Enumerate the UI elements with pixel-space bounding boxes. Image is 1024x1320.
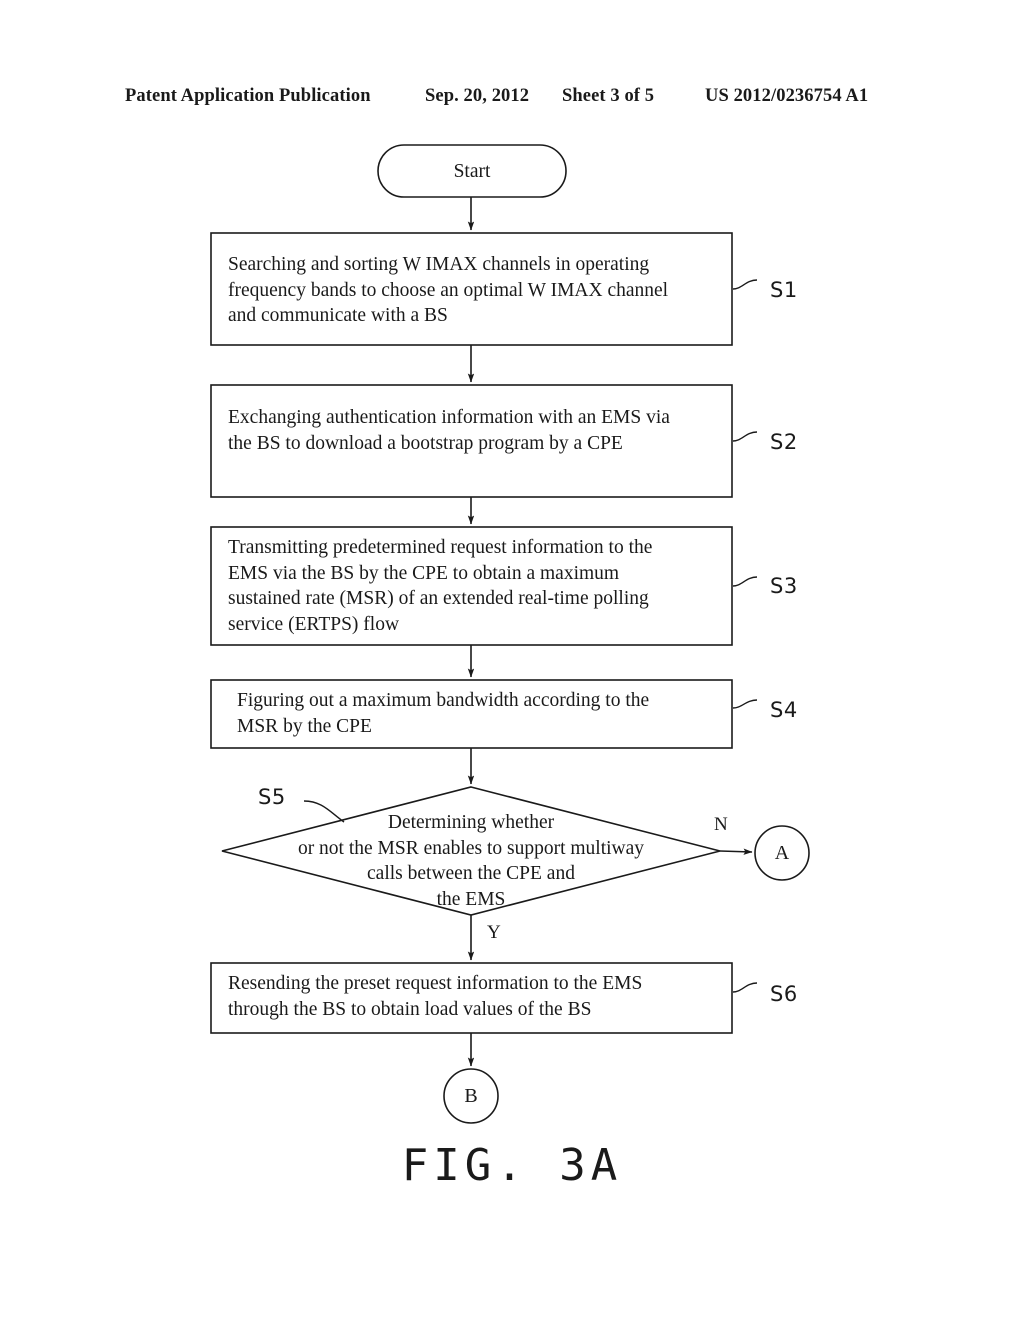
- step-s2-text: Exchanging authentication information wi…: [228, 407, 670, 454]
- step-s3-text: Transmitting predetermined request infor…: [228, 537, 653, 635]
- leader-line-s6: [732, 982, 758, 993]
- decision-s5-text: Determining whether or not the MSR enabl…: [297, 812, 645, 910]
- leader-line-s3: [732, 576, 758, 587]
- step-tag-s5: S5: [258, 785, 286, 809]
- leader-line-s4: [732, 699, 758, 709]
- step-tag-s3: S3: [770, 574, 798, 598]
- connector-s5-to-a: [719, 848, 753, 855]
- step-s1-text: Searching and sorting W IMAX channels in…: [228, 254, 669, 326]
- leader-line-s1: [732, 279, 758, 290]
- figure-caption: FIG. 3A: [401, 1140, 623, 1191]
- step-tag-s2: S2: [770, 430, 798, 454]
- leader-line-s2: [732, 431, 758, 442]
- flowchart-canvas: [210, 144, 810, 1124]
- patent-figure-page: Patent Application Publication Sep. 20, …: [0, 0, 1024, 1320]
- connector-b-label: B: [464, 1085, 478, 1107]
- step-tag-s1: S1: [770, 278, 798, 302]
- branch-label-yes: Y: [487, 922, 501, 943]
- start-node-label: Start: [453, 161, 491, 182]
- branch-label-no: N: [714, 814, 728, 835]
- step-s4-text: Figuring out a maximum bandwidth accordi…: [237, 690, 650, 737]
- connector-a-label: A: [774, 842, 790, 864]
- step-tag-s4: S4: [770, 698, 798, 722]
- step-s6-text: Resending the preset request information…: [228, 973, 643, 1020]
- step-tag-s6: S6: [770, 982, 798, 1006]
